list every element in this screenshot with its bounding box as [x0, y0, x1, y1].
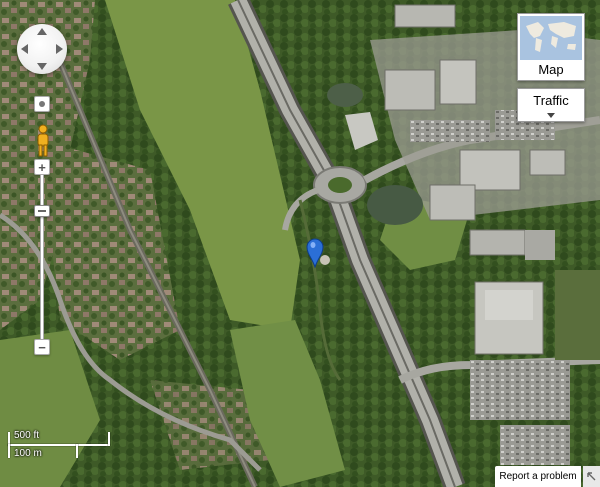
scale-metric-label: 100 m: [14, 448, 42, 459]
traffic-label: Traffic: [533, 93, 569, 108]
map-type-label: Map: [538, 62, 564, 77]
zoom-slider-track[interactable]: [40, 174, 44, 340]
center-dot-icon: [39, 101, 45, 107]
satellite-imagery: [0, 0, 600, 487]
traffic-button[interactable]: Traffic: [517, 88, 585, 122]
pegman-icon[interactable]: [34, 124, 52, 158]
plus-icon: +: [38, 159, 46, 175]
pan-control[interactable]: [17, 24, 67, 74]
pan-right-icon[interactable]: [56, 44, 63, 54]
zoom-slider-handle[interactable]: [34, 204, 50, 217]
chevron-down-icon: [547, 113, 555, 118]
map-pin-icon[interactable]: [306, 238, 324, 268]
zoom-reset-button[interactable]: [34, 96, 50, 112]
scale-imperial-label: 500 ft: [14, 430, 40, 441]
satellite-map[interactable]: + − Map Traffic 500 ft 100 m Report a pr…: [0, 0, 600, 487]
scale-line: [8, 444, 110, 446]
world-map-thumbnail-icon: [520, 16, 582, 60]
zoom-in-button[interactable]: +: [34, 159, 50, 175]
zoom-out-button[interactable]: −: [34, 339, 50, 355]
pan-down-icon[interactable]: [37, 63, 47, 70]
pan-left-icon[interactable]: [21, 44, 28, 54]
report-problem-link[interactable]: Report a problem: [495, 466, 581, 487]
minus-icon: −: [38, 339, 46, 355]
map-type-button[interactable]: Map: [517, 13, 585, 81]
pan-up-icon[interactable]: [37, 28, 47, 35]
scale-bar: 500 ft 100 m: [8, 430, 112, 460]
expand-corner-icon[interactable]: [583, 466, 600, 487]
